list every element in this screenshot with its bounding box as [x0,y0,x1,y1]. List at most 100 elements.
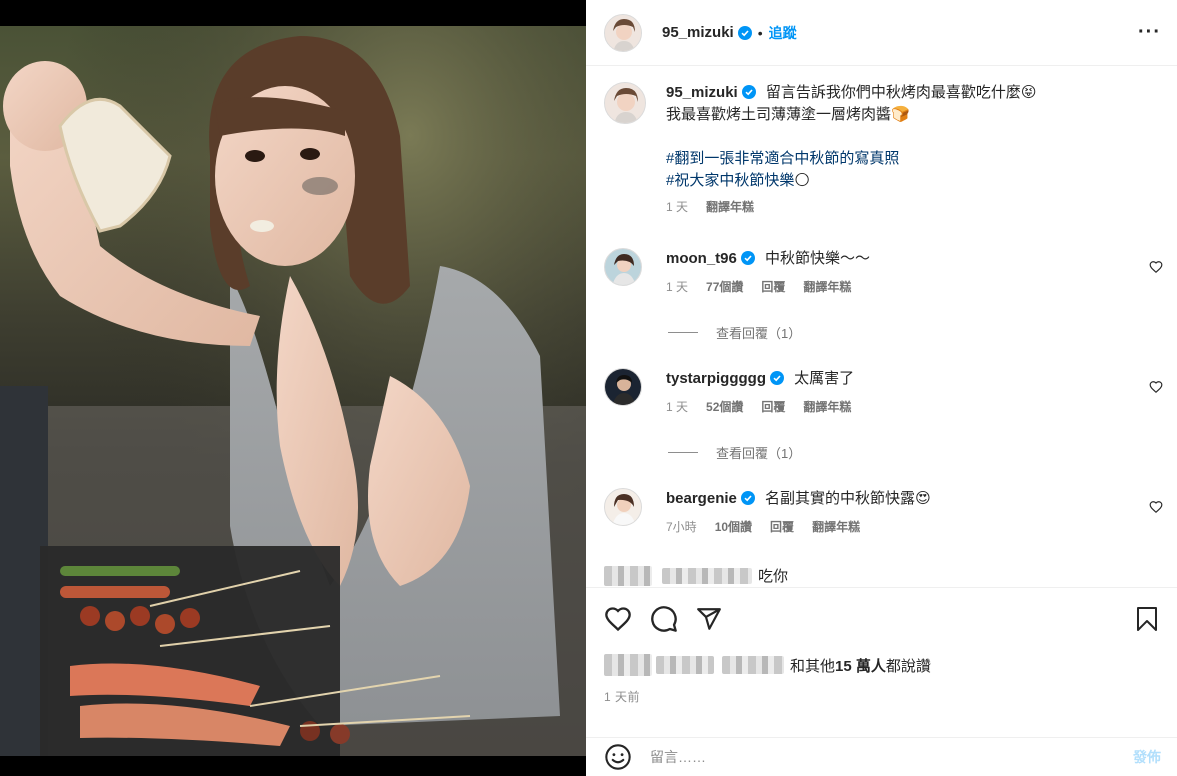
view-replies-button[interactable]: 查看回覆（1） [668,443,801,462]
avatar-image [605,489,641,525]
comment-item: beargenie 名副其實的中秋節快露😍 7小時 10個讚 回覆 翻譯年糕 [604,488,1163,535]
verified-icon [741,85,756,99]
author-username[interactable]: 95_mizuki [662,24,734,41]
separator-dot: • [757,24,763,41]
moon-emoji: 🌕 [794,172,810,189]
like-comment-icon[interactable] [1149,380,1163,394]
comment-time[interactable]: 7小時 [666,518,697,535]
view-replies-line [668,332,698,333]
follow-button[interactable]: 追蹤 [769,23,797,43]
liker-username[interactable] [722,656,784,674]
comment-item: tystarpiggggg 太厲害了 1 天 52個讚 回覆 翻譯年糕 [604,368,1163,415]
save-icon[interactable] [1135,606,1159,632]
reply-button[interactable]: 回覆 [761,398,785,415]
liker-avatars[interactable] [604,654,652,676]
comment-bar: 發佈 [586,737,1177,776]
reply-button[interactable]: 回覆 [770,518,794,535]
avatar-image [605,14,641,51]
verified-icon [770,371,784,385]
translate-link[interactable]: 翻譯年糕 [803,398,851,415]
post-media [0,0,586,776]
likes-suffix: 都說讚 [885,657,931,675]
view-replies-label: 查看回覆（1） [716,446,802,461]
verified-icon [737,25,752,40]
comment-input[interactable] [650,749,1133,765]
like-icon[interactable] [604,605,632,633]
heart-eyes-emoji: 😍 [915,490,931,507]
commenter-avatar[interactable] [604,368,642,406]
commenter-username[interactable]: beargenie [666,490,737,507]
comment-icon[interactable] [650,605,678,633]
likes-text: 和其他 [790,657,836,675]
post-side-panel: 95_mizuki • 追蹤 ··· 95_mizuki 留言告訴我你們中秋烤肉… [586,0,1177,776]
blurred-username[interactable] [662,568,752,584]
view-replies-label: 查看回覆（1） [716,326,802,341]
comment-meta: 1 天 77個讚 回覆 翻譯年糕 [666,278,1163,295]
comment-line: tystarpiggggg 太厲害了 [666,368,1163,390]
photo-illustration [0,26,586,756]
comment-text: 太厲害了 [794,370,855,387]
avatar-image [605,83,645,123]
emoji-icon[interactable] [604,743,632,771]
caption-line-2: 我最喜歡烤土司薄薄塗一層烤肉醬🍞 [666,104,1163,126]
blurred-avatar[interactable] [604,566,652,586]
translate-link[interactable]: 翻譯年糕 [803,278,851,295]
liker-username[interactable] [656,656,714,674]
comment-meta: 7小時 10個讚 回覆 翻譯年糕 [666,518,1163,535]
caption-text-1: 留言告訴我你們中秋烤肉最喜歡吃什麼 [765,84,1021,101]
hashtag-link[interactable]: #翻到一張非常適合中秋節的寫真照 [666,150,899,167]
comment-body: tystarpiggggg 太厲害了 1 天 52個讚 回覆 翻譯年糕 [666,368,1163,415]
caption-body: 95_mizuki 留言告訴我你們中秋烤肉最喜歡吃什麼😝 我最喜歡烤土司薄薄塗一… [666,82,1163,215]
comment-item: moon_t96 中秋節快樂～～ 1 天 77個讚 回覆 翻譯年糕 [604,248,1163,295]
post-comment-button[interactable]: 發佈 [1133,747,1161,767]
likes-summary: 和其他 15 萬人 都說讚 [604,650,1161,680]
caption-text-2: 我最喜歡烤土司薄薄塗一層烤肉醬 [666,106,892,123]
post-photo[interactable] [0,26,586,756]
bread-emoji: 🍞 [891,106,910,123]
post-header: 95_mizuki • 追蹤 ··· [586,0,1177,66]
comments-scroll[interactable]: 95_mizuki 留言告訴我你們中秋烤肉最喜歡吃什麼😝 我最喜歡烤土司薄薄塗一… [586,66,1177,586]
caption: 95_mizuki 留言告訴我你們中秋烤肉最喜歡吃什麼😝 我最喜歡烤土司薄薄塗一… [604,82,1163,215]
caption-avatar[interactable] [604,82,646,124]
commenter-username[interactable]: tystarpiggggg [666,370,766,387]
translate-link[interactable]: 翻譯年糕 [706,198,754,215]
likes-count[interactable]: 15 萬人 [835,655,886,676]
translate-link[interactable]: 翻譯年糕 [812,518,860,535]
comment-time[interactable]: 1 天 [666,278,688,295]
comment-meta: 1 天 52個讚 回覆 翻譯年糕 [666,398,1163,415]
view-replies-button[interactable]: 查看回覆（1） [668,323,801,342]
comment-text: 名副其實的中秋節快露 [765,490,916,507]
comment-body: beargenie 名副其實的中秋節快露😍 7小時 10個讚 回覆 翻譯年糕 [666,488,1163,535]
more-options-icon[interactable]: ··· [1138,21,1161,44]
comment-likes[interactable]: 77個讚 [706,278,743,295]
comment-likes[interactable]: 10個讚 [715,518,752,535]
commenter-avatar[interactable] [604,248,642,286]
view-replies-line [668,452,698,453]
caption-hashtags: #翻到一張非常適合中秋節的寫真照 #祝大家中秋節快樂🌕 [666,148,1163,192]
reply-button[interactable]: 回覆 [761,278,785,295]
caption-line-1: 95_mizuki 留言告訴我你們中秋烤肉最喜歡吃什麼😝 [666,82,1163,104]
caption-meta: 1 天 翻譯年糕 [666,198,1163,215]
author-avatar[interactable] [604,13,642,52]
hashtag-link[interactable]: #祝大家中秋節快樂 [666,172,794,189]
commenter-username[interactable]: moon_t96 [666,250,737,267]
post-dialog: 95_mizuki • 追蹤 ··· 95_mizuki 留言告訴我你們中秋烤肉… [0,0,1177,776]
comment-text: 中秋節快樂～～ [765,250,871,267]
comment-likes[interactable]: 52個讚 [706,398,743,415]
comment-line: beargenie 名副其實的中秋節快露😍 [666,488,1163,510]
like-comment-icon[interactable] [1149,500,1163,514]
share-icon[interactable] [696,606,722,632]
post-actions [586,587,1177,649]
caption-username[interactable]: 95_mizuki [666,84,738,101]
comment-text: 吃你 [758,568,789,585]
verified-icon [740,491,755,505]
commenter-avatar[interactable] [604,488,642,526]
like-comment-icon[interactable] [1149,260,1163,274]
verified-icon [740,251,755,265]
avatar-image [605,369,641,405]
comment-line: moon_t96 中秋節快樂～～ [666,248,1163,270]
comment-body: moon_t96 中秋節快樂～～ 1 天 77個讚 回覆 翻譯年糕 [666,248,1163,295]
caption-time[interactable]: 1 天 [666,198,688,215]
comment-time[interactable]: 1 天 [666,398,688,415]
post-date[interactable]: 1 天前 [604,688,640,705]
